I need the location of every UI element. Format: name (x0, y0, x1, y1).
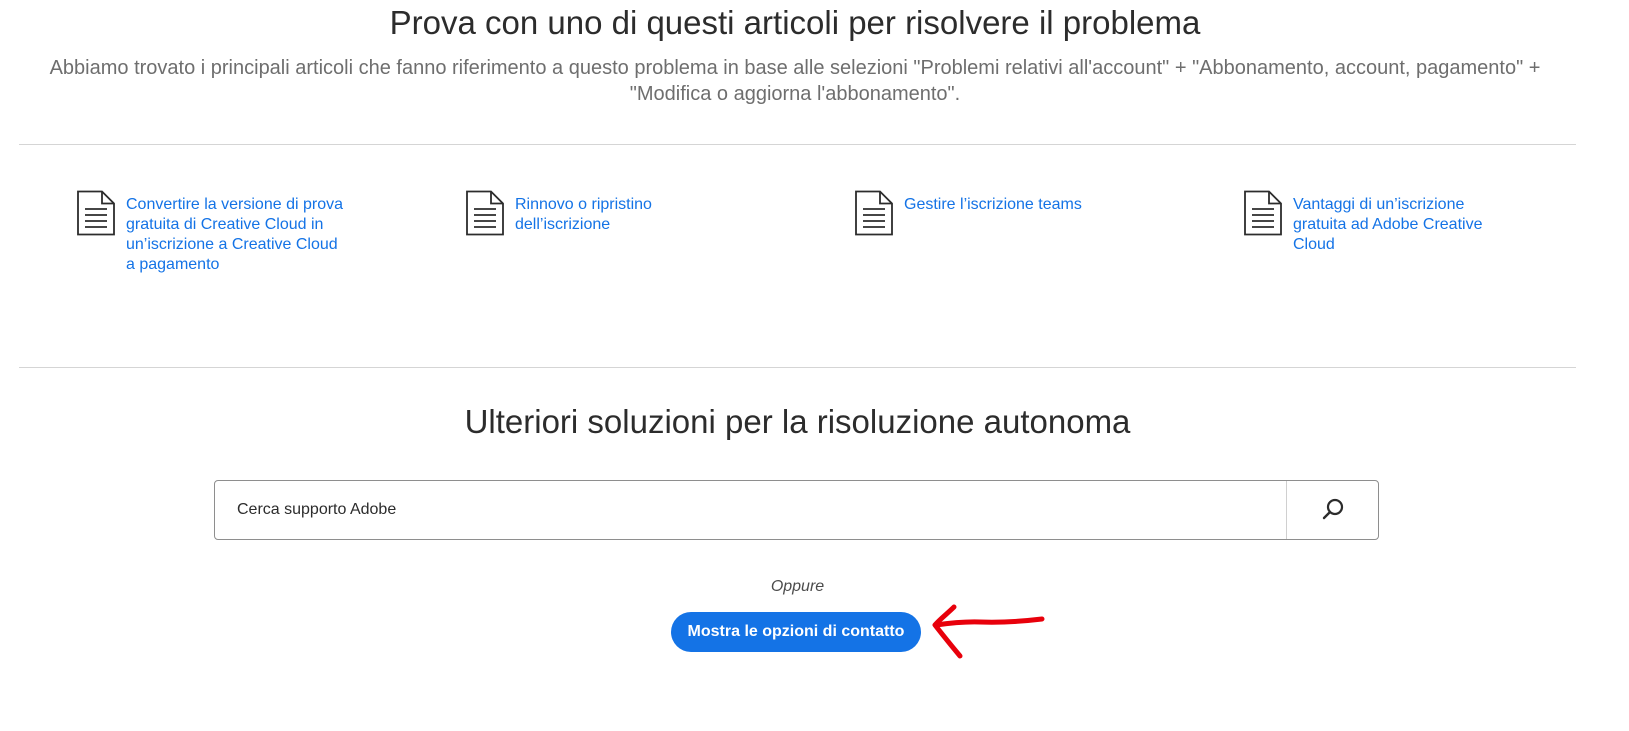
article-item[interactable]: Rinnovo o ripristino dell’iscrizione (465, 190, 735, 236)
article-item[interactable]: Gestire l’iscrizione teams (854, 190, 1144, 236)
divider (19, 367, 1576, 368)
red-arrow-annotation (932, 604, 1045, 659)
document-icon (854, 190, 894, 236)
article-link[interactable]: Vantaggi di un’iscrizione gratuita ad Ad… (1293, 195, 1513, 255)
articles-list: Convertire la versione di prova gratuita… (0, 190, 1629, 310)
page-subtitle: Abbiamo trovato i principali articoli ch… (49, 57, 1541, 105)
document-icon (465, 190, 505, 236)
search-button[interactable] (1286, 481, 1378, 539)
search-input[interactable] (215, 481, 1286, 539)
article-item[interactable]: Vantaggi di un’iscrizione gratuita ad Ad… (1243, 190, 1513, 255)
article-item[interactable]: Convertire la versione di prova gratuita… (76, 190, 346, 275)
article-link[interactable]: Gestire l’iscrizione teams (904, 195, 1144, 215)
search-icon (1321, 497, 1345, 524)
document-icon (1243, 190, 1283, 236)
search-box (214, 480, 1379, 540)
or-separator: Oppure (770, 578, 825, 595)
article-link[interactable]: Convertire la versione di prova gratuita… (126, 195, 346, 275)
article-link[interactable]: Rinnovo o ripristino dell’iscrizione (515, 195, 735, 235)
show-contact-options-button[interactable]: Mostra le opzioni di contatto (671, 612, 921, 652)
page-title: Prova con uno di questi articoli per ris… (389, 4, 1201, 41)
divider (19, 144, 1576, 145)
document-icon (76, 190, 116, 236)
section-title: Ulteriori soluzioni per la risoluzione a… (464, 403, 1131, 440)
